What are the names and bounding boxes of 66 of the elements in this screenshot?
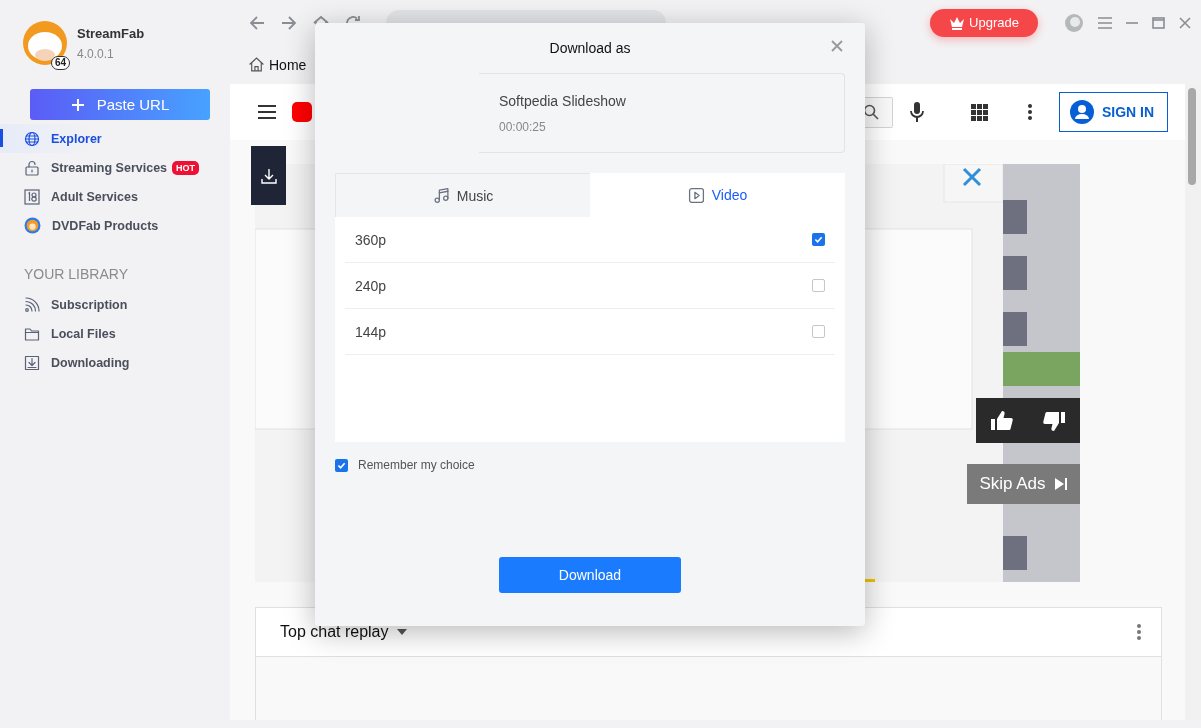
home-tab[interactable]: Home — [248, 56, 307, 73]
section-heading: YOUR LIBRARY — [24, 266, 129, 282]
quality-label: 240p — [355, 277, 387, 294]
chat-mode-dropdown[interactable]: Top chat replay — [280, 623, 407, 641]
thumbs-down-icon[interactable] — [1043, 410, 1065, 431]
paste-url-button[interactable]: Paste URL — [30, 89, 210, 120]
app-version: 4.0.0.1 — [77, 46, 115, 61]
apps-button[interactable] — [971, 103, 988, 121]
sidebar-item[interactable]: DVDFab Products — [0, 211, 230, 240]
more-button[interactable] — [1028, 104, 1032, 120]
dialog-title: Download as — [549, 40, 631, 56]
logo-icon — [292, 102, 312, 122]
dvdfab-logo-icon — [24, 217, 41, 234]
quality-option[interactable]: 240p — [345, 263, 835, 309]
lock-icon — [24, 159, 40, 176]
quality-option[interactable]: 360p — [345, 217, 835, 263]
close-button[interactable] — [831, 40, 843, 52]
format-tab[interactable]: Music — [335, 173, 590, 217]
plus-icon — [70, 97, 85, 112]
sidebar-item[interactable]: Streaming Services HOT — [0, 153, 230, 182]
sidebar-item[interactable]: Subscription — [0, 290, 230, 319]
crown-icon — [949, 15, 966, 30]
download-button[interactable] — [251, 146, 286, 205]
sidebar-item[interactable]: Downloading — [0, 348, 230, 377]
folder-icon — [24, 325, 40, 342]
scrollbar-thumb[interactable] — [1188, 88, 1196, 185]
menu-icon[interactable] — [1098, 16, 1112, 29]
avatar-icon — [1070, 100, 1094, 124]
sign-in-button[interactable]: SIGN IN — [1059, 92, 1168, 132]
menu-button[interactable] — [258, 105, 276, 119]
download-icon — [24, 354, 40, 371]
skip-ads-button[interactable]: Skip Ads — [967, 464, 1080, 504]
checkbox[interactable] — [812, 325, 825, 338]
microphone-button[interactable] — [910, 102, 924, 122]
close-icon[interactable] — [1179, 16, 1191, 29]
rss-icon — [24, 296, 40, 313]
globe-icon — [24, 130, 40, 147]
video-title: Softpedia Slideshow — [499, 92, 627, 109]
home-icon — [248, 56, 265, 73]
theme-icon[interactable] — [1064, 12, 1084, 33]
quality-option[interactable]: 144p — [345, 309, 835, 355]
sidebar-item[interactable]: Local Files — [0, 319, 230, 348]
checkbox[interactable] — [335, 458, 348, 472]
logo-badge: 64 — [50, 56, 70, 70]
checkbox-label: Remember my choice — [358, 458, 475, 472]
age-rating-icon — [24, 188, 40, 205]
thumbs-up-icon[interactable] — [991, 410, 1013, 431]
hot-badge: HOT — [172, 160, 200, 175]
sidebar-item[interactable]: Adult Services — [0, 182, 230, 211]
play-icon — [687, 186, 705, 204]
upgrade-button[interactable]: Upgrade — [930, 8, 1038, 37]
video-duration: 00:00:25 — [499, 119, 547, 134]
download-icon — [259, 166, 278, 185]
music-note-icon — [432, 187, 450, 204]
maximize-icon[interactable] — [1152, 16, 1165, 29]
checkbox[interactable] — [812, 233, 825, 246]
skip-icon — [1053, 477, 1068, 491]
caret-icon — [396, 629, 407, 635]
download-button[interactable]: Download — [499, 557, 681, 593]
quality-label: 360p — [355, 231, 387, 248]
forward-button[interactable] — [280, 13, 298, 32]
app-name: StreamFab — [77, 25, 145, 41]
quality-label: 144p — [355, 323, 387, 340]
back-button[interactable] — [248, 13, 266, 32]
search-icon — [862, 104, 879, 120]
checkbox[interactable] — [812, 279, 825, 292]
